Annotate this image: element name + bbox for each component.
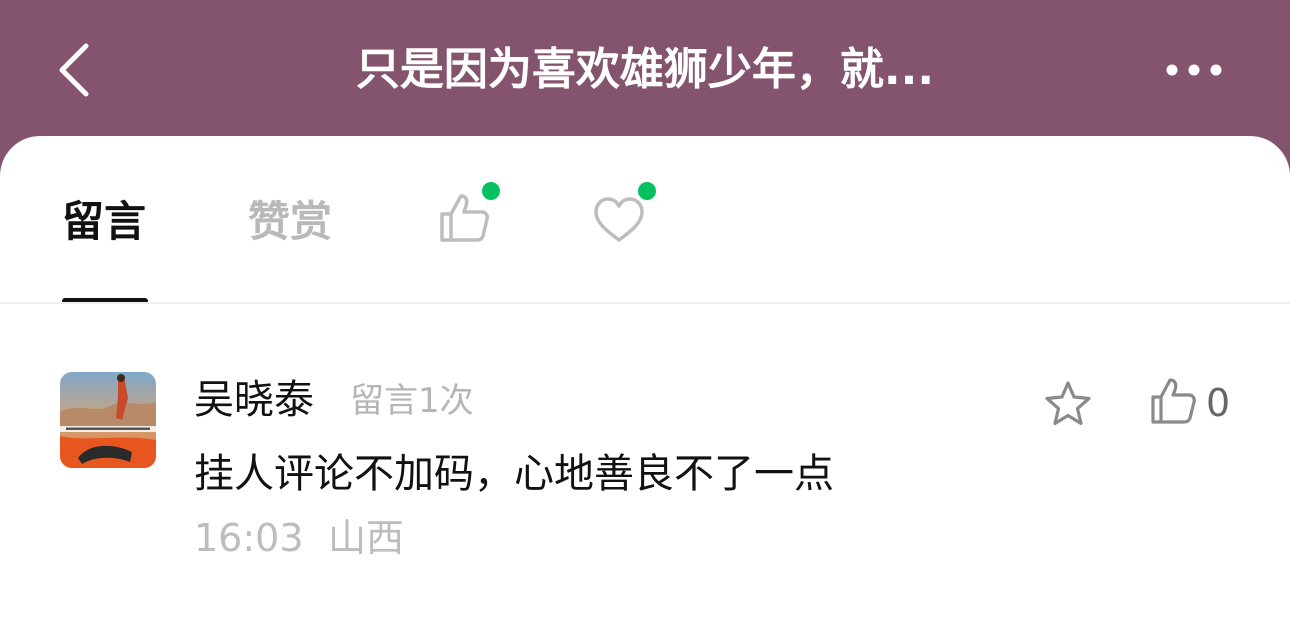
comments-panel: 留言 赞赏 吴晓泰 留言1次 挂人评论不加码，心地善良不了一点 16:03 山西… bbox=[0, 136, 1290, 636]
avatar-image bbox=[60, 372, 156, 468]
tab-appreciate[interactable]: 赞赏 bbox=[248, 192, 332, 252]
tab-likes[interactable] bbox=[436, 182, 500, 248]
tabs-divider bbox=[0, 302, 1290, 304]
comment-like-button[interactable] bbox=[1148, 376, 1200, 428]
author-comment-count: 留言1次 bbox=[350, 381, 474, 421]
thumbs-up-icon bbox=[1151, 378, 1196, 424]
tab-likes-badge bbox=[482, 182, 500, 200]
comment-text: 挂人评论不加码，心地善良不了一点 bbox=[194, 451, 834, 497]
more-button[interactable] bbox=[1160, 55, 1230, 85]
star-button[interactable] bbox=[1042, 378, 1094, 430]
avatar[interactable] bbox=[60, 372, 156, 468]
more-dots-icon bbox=[1166, 64, 1222, 76]
page-title: 只是因为喜欢雄狮少年，就... bbox=[355, 44, 935, 95]
tab-favorites[interactable] bbox=[590, 182, 656, 250]
thumbs-up-icon bbox=[440, 194, 489, 242]
comment-author[interactable]: 吴晓泰 bbox=[194, 372, 314, 428]
comment-like-count: 0 bbox=[1206, 381, 1231, 425]
comment-time: 16:03 bbox=[194, 516, 304, 560]
tab-favorites-badge bbox=[638, 182, 656, 200]
star-icon bbox=[1045, 381, 1091, 426]
tab-comments[interactable]: 留言 bbox=[62, 192, 146, 252]
comment-location: 山西 bbox=[328, 516, 405, 560]
back-button[interactable] bbox=[52, 40, 102, 100]
heart-icon bbox=[594, 197, 644, 242]
back-chevron-icon bbox=[59, 43, 89, 97]
